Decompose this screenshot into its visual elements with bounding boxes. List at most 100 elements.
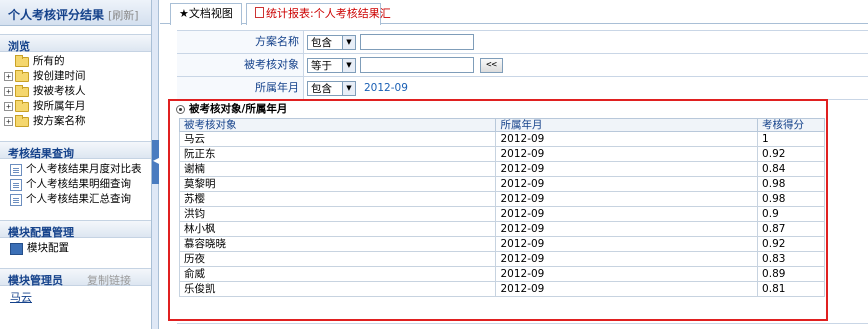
month-value[interactable]: 2012-09 <box>364 82 408 94</box>
scheme-operator-select[interactable]: 包含 ▼ <box>307 34 356 50</box>
sidebar: 个人考核评分结果 [刷新] 浏览 所有的 + 按创建时间 + 按被考核人 + 按所… <box>0 0 152 329</box>
cell-score: 0.98 <box>757 176 825 192</box>
tree-item-by-assessee[interactable]: + 按被考核人 <box>4 84 151 99</box>
query-detail[interactable]: 个人考核结果明细查询 <box>4 177 151 192</box>
cell-assessee: 谢楠 <box>178 161 497 177</box>
results-body: 马云 2012-09 1 阮正东 2012-09 0.92 谢楠 2012-09 0.84 莫黎明… <box>178 131 825 297</box>
cell-month: 2012-09 <box>495 161 759 177</box>
table-row[interactable]: 俞威 2012-09 0.89 <box>178 266 825 282</box>
admin-user-link[interactable]: 马云 <box>0 290 151 306</box>
target-operator-select[interactable]: 等于 ▼ <box>307 57 356 73</box>
expand-icon[interactable]: + <box>4 72 13 81</box>
tree-item-label: 按被考核人 <box>33 85 86 97</box>
query-tree: 个人考核结果月度对比表 个人考核结果明细查询 个人考核结果汇总查询 <box>0 159 151 207</box>
scheme-input[interactable] <box>360 34 474 50</box>
table-row[interactable]: 阮正东 2012-09 0.92 <box>178 146 825 162</box>
cell-month: 2012-09 <box>495 131 759 147</box>
select-target-button[interactable]: << <box>480 57 503 73</box>
config-header[interactable]: 模块配置管理 <box>0 220 151 239</box>
module-config-icon <box>10 242 23 255</box>
tab-report-label: 统计报表:个人考核结果汇 <box>266 7 391 20</box>
report-doc-icon <box>10 163 22 176</box>
admin-header-label: 模块管理员 <box>8 274 63 287</box>
sidebar-splitter[interactable]: ◀ <box>152 0 159 329</box>
table-row[interactable]: 马云 2012-09 1 <box>178 131 825 147</box>
table-row[interactable]: 历夜 2012-09 0.83 <box>178 251 825 267</box>
select-value: 包含 <box>311 36 332 49</box>
column-header-month[interactable]: 所属年月 <box>495 118 759 132</box>
cell-score: 0.98 <box>757 191 825 207</box>
table-row[interactable]: 谢楠 2012-09 0.84 <box>178 161 825 177</box>
expand-icon[interactable]: + <box>4 117 13 126</box>
tree-item-label: 按创建时间 <box>33 70 86 82</box>
tree-item-label: 按方案名称 <box>33 115 86 127</box>
cell-month: 2012-09 <box>495 206 759 222</box>
browse-header[interactable]: 浏览 <box>0 34 151 53</box>
column-header-score[interactable]: 考核得分 <box>757 118 825 132</box>
expand-icon[interactable]: + <box>4 102 13 111</box>
expand-icon[interactable]: + <box>4 87 13 96</box>
cell-score: 0.84 <box>757 161 825 177</box>
dropdown-arrow-icon: ▼ <box>342 58 355 72</box>
tab-document-view[interactable]: ★文档视图 <box>170 3 242 25</box>
refresh-link[interactable]: [刷新] <box>108 9 139 22</box>
query-header[interactable]: 考核结果查询 <box>0 141 151 160</box>
tree-item-module-config[interactable]: 模块配置 <box>4 241 151 256</box>
dropdown-arrow-icon: ▼ <box>342 35 355 49</box>
copy-link-button[interactable]: 复制链接 <box>87 272 131 287</box>
table-row[interactable]: 莫黎明 2012-09 0.98 <box>178 176 825 192</box>
cell-month: 2012-09 <box>495 266 759 282</box>
dropdown-arrow-icon: ▼ <box>342 81 355 95</box>
tab-statistics-report[interactable]: 统计报表:个人考核结果汇 <box>246 3 391 25</box>
column-header-assessee[interactable]: 被考核对象 <box>178 118 497 132</box>
cell-assessee: 苏樱 <box>178 191 497 207</box>
tree-item-label: 个人考核结果汇总查询 <box>26 193 131 205</box>
cell-assessee: 洪钧 <box>178 206 497 222</box>
cell-month: 2012-09 <box>495 146 759 162</box>
tree-item-all[interactable]: 所有的 <box>4 54 151 69</box>
cell-score: 0.92 <box>757 236 825 252</box>
query-summary[interactable]: 个人考核结果汇总查询 <box>4 192 151 207</box>
table-row[interactable]: 洪钧 2012-09 0.9 <box>178 206 825 222</box>
tree-item-by-month[interactable]: + 按所属年月 <box>4 99 151 114</box>
tree-item-label: 个人考核结果月度对比表 <box>26 163 142 175</box>
select-value: 等于 <box>311 59 332 72</box>
browse-tree: 所有的 + 按创建时间 + 按被考核人 + 按所属年月 + 按方案名称 <box>0 52 151 129</box>
cell-score: 0.89 <box>757 266 825 282</box>
table-row[interactable]: 乐俊凯 2012-09 0.81 <box>178 281 825 297</box>
cell-month: 2012-09 <box>495 176 759 192</box>
cell-assessee: 俞威 <box>178 266 497 282</box>
cell-score: 1 <box>757 131 825 147</box>
results-table: 被考核对象 所属年月 考核得分 马云 2012-09 1 阮正东 2012-09 0.92… <box>178 118 825 297</box>
table-row[interactable]: 慕容晓晓 2012-09 0.92 <box>178 236 825 252</box>
report-icon <box>255 7 264 18</box>
folder-icon <box>15 84 29 97</box>
cell-month: 2012-09 <box>495 281 759 297</box>
radio-icon[interactable] <box>176 105 185 114</box>
collapse-handle[interactable]: ◀ <box>152 140 159 184</box>
tree-item-label: 个人考核结果明细查询 <box>26 178 131 190</box>
group-header[interactable]: 被考核对象/所属年月 <box>170 101 826 118</box>
folder-icon <box>15 114 29 127</box>
cell-month: 2012-09 <box>495 251 759 267</box>
cell-assessee: 慕容晓晓 <box>178 236 497 252</box>
month-operator-select[interactable]: 包含 ▼ <box>307 80 356 96</box>
collapse-arrow-icon: ◀ <box>153 156 160 165</box>
target-input[interactable] <box>360 57 474 73</box>
filter-row-scheme: 方案名称 包含 ▼ <box>177 31 868 54</box>
cell-assessee: 乐俊凯 <box>178 281 497 297</box>
folder-icon <box>15 69 29 82</box>
cell-score: 0.9 <box>757 206 825 222</box>
query-monthly-compare[interactable]: 个人考核结果月度对比表 <box>4 162 151 177</box>
tree-item-by-scheme[interactable]: + 按方案名称 <box>4 114 151 129</box>
tree-item-by-created-time[interactable]: + 按创建时间 <box>4 69 151 84</box>
folder-icon <box>15 54 29 67</box>
app-title: 个人考核评分结果 [刷新] <box>0 0 151 26</box>
table-header-row: 被考核对象 所属年月 考核得分 <box>178 118 825 132</box>
tree-item-label: 所有的 <box>33 55 65 67</box>
cell-assessee: 林小枫 <box>178 221 497 237</box>
cell-assessee: 莫黎明 <box>178 176 497 192</box>
table-row[interactable]: 林小枫 2012-09 0.87 <box>178 221 825 237</box>
table-row[interactable]: 苏樱 2012-09 0.98 <box>178 191 825 207</box>
report-doc-icon <box>10 178 22 191</box>
